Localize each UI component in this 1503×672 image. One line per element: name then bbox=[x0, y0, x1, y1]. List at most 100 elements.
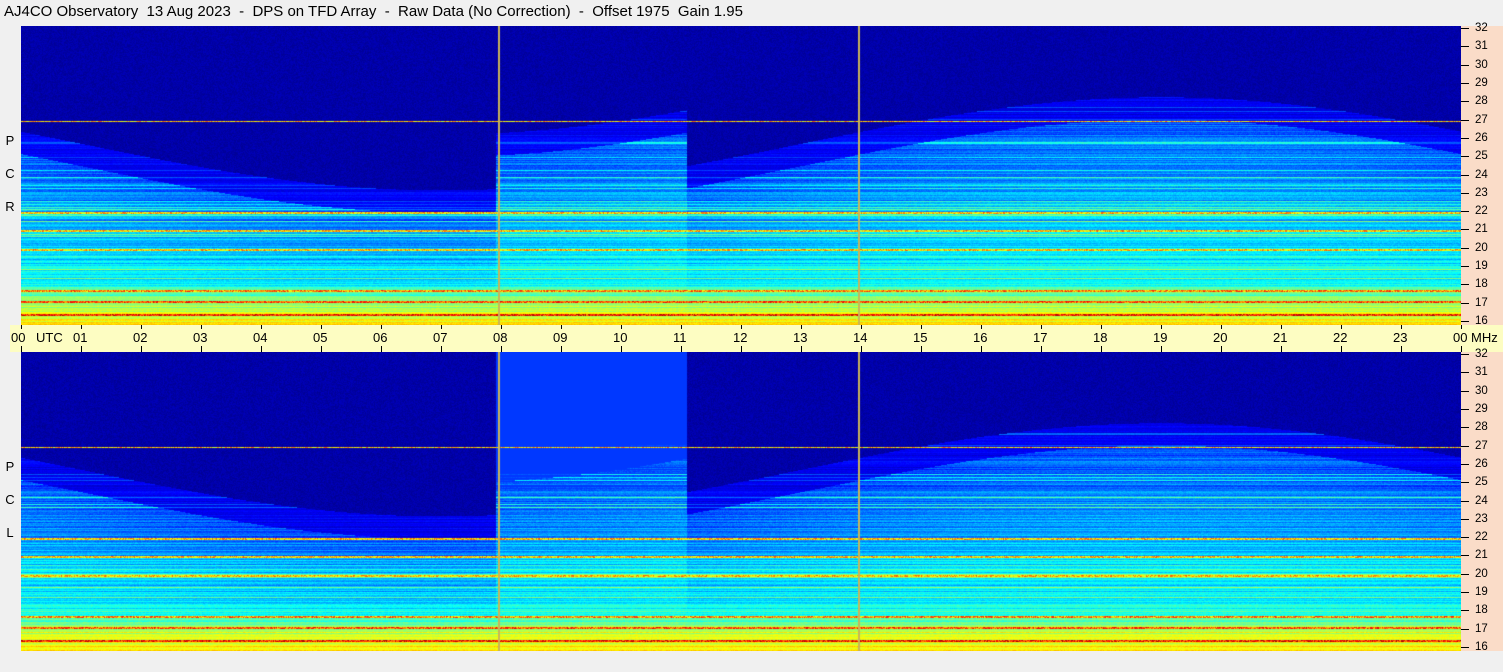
time-tick-mark bbox=[1101, 325, 1102, 329]
panel-letter: P bbox=[5, 459, 15, 474]
time-tick-label: 21 bbox=[1273, 330, 1288, 345]
freq-tick-mark bbox=[1461, 463, 1469, 465]
freq-tick-mark bbox=[1461, 321, 1469, 322]
time-tick-mark bbox=[201, 325, 202, 329]
freq-tick-label: 24 bbox=[1475, 494, 1488, 507]
freq-tick-label: 31 bbox=[1475, 40, 1488, 53]
time-tick-mark bbox=[1341, 325, 1342, 329]
freq-tick-label: 26 bbox=[1475, 457, 1488, 470]
time-tick-mark bbox=[21, 325, 22, 329]
time-tick-mark bbox=[441, 325, 442, 329]
time-tick-mark bbox=[981, 325, 982, 329]
freq-tick-mark bbox=[1461, 229, 1469, 231]
freq-tick-label: 21 bbox=[1475, 223, 1488, 236]
freq-tick-mark bbox=[1461, 247, 1469, 249]
chart-title: AJ4CO Observatory 13 Aug 2023 - DPS on T… bbox=[4, 3, 743, 20]
freq-tick-mark bbox=[1461, 302, 1469, 304]
freq-tick-label: 24 bbox=[1475, 168, 1488, 181]
freq-tick-mark bbox=[1461, 372, 1469, 374]
time-tick-label: 01 bbox=[73, 330, 88, 345]
freq-tick-label: 20 bbox=[1475, 567, 1488, 580]
freq-tick-label: 27 bbox=[1475, 113, 1488, 126]
freq-tick-mark bbox=[1461, 610, 1469, 612]
freq-tick-mark bbox=[1461, 156, 1469, 158]
time-tick-label: 14 bbox=[853, 330, 868, 345]
freq-tick-mark bbox=[1461, 408, 1469, 410]
freq-tick-label: 29 bbox=[1475, 76, 1488, 89]
panel-letter: R bbox=[5, 199, 15, 214]
freq-tick-label: 25 bbox=[1475, 150, 1488, 163]
freq-tick-label: 27 bbox=[1475, 439, 1488, 452]
freq-tick-label: 18 bbox=[1475, 604, 1488, 617]
freq-tick-mark bbox=[1461, 390, 1469, 392]
freq-tick-mark bbox=[1461, 266, 1469, 268]
time-tick-mark bbox=[681, 325, 682, 329]
spectrogram-lcp-canvas bbox=[21, 352, 1461, 651]
freq-tick-mark bbox=[1461, 211, 1469, 213]
freq-tick-label: 28 bbox=[1475, 421, 1488, 434]
time-tick-mark bbox=[1161, 325, 1162, 329]
time-tick-label: 05 bbox=[313, 330, 328, 345]
freq-tick-label: 20 bbox=[1475, 241, 1488, 254]
freq-tick-label: 32 bbox=[1475, 22, 1488, 34]
freq-tick-label: 28 bbox=[1475, 95, 1488, 108]
time-tick-label: 13 bbox=[793, 330, 808, 345]
freq-tick-label: 29 bbox=[1475, 402, 1488, 415]
time-tick-label: 16 bbox=[973, 330, 988, 345]
time-tick-label: 08 bbox=[493, 330, 508, 345]
freq-tick-label: 17 bbox=[1475, 296, 1488, 309]
freq-tick-mark bbox=[1461, 592, 1469, 594]
panel-letter: P bbox=[5, 133, 15, 148]
freq-tick-label: 17 bbox=[1475, 622, 1488, 635]
freq-tick-mark bbox=[1461, 174, 1469, 176]
freq-tick-mark bbox=[1461, 500, 1469, 502]
panel-letter: L bbox=[6, 525, 14, 540]
time-tick-mark bbox=[1401, 325, 1402, 329]
freq-unit-label: MHz bbox=[1471, 330, 1498, 345]
freq-tick-label: 26 bbox=[1475, 131, 1488, 144]
time-tick-label: 02 bbox=[133, 330, 148, 345]
time-tick-label: 17 bbox=[1033, 330, 1048, 345]
freq-axis-rcp: 16 17 18 19 20 21 22 23 24 25 26 27 28 29 30 31 32 bbox=[1461, 22, 1503, 327]
freq-tick-mark bbox=[1461, 445, 1469, 447]
time-tick-mark bbox=[1281, 325, 1282, 329]
freq-tick-label: 18 bbox=[1475, 278, 1488, 291]
time-tick-mark bbox=[861, 325, 862, 329]
time-tick-mark bbox=[1041, 325, 1042, 329]
freq-tick-mark bbox=[1461, 628, 1469, 630]
time-tick-mark bbox=[561, 325, 562, 329]
time-tick-label: 15 bbox=[913, 330, 928, 345]
freq-tick-label: 23 bbox=[1475, 186, 1488, 199]
time-tick-label: 12 bbox=[733, 330, 748, 345]
time-tick-mark bbox=[921, 325, 922, 329]
panel-label-lcp: P C L bbox=[0, 450, 20, 549]
freq-tick-mark bbox=[1461, 427, 1469, 429]
freq-tick-mark bbox=[1461, 482, 1469, 484]
time-tick-mark bbox=[141, 325, 142, 329]
time-tick-mark bbox=[801, 325, 802, 329]
freq-tick-mark bbox=[1461, 555, 1469, 557]
freq-tick-mark bbox=[1461, 354, 1469, 355]
time-tick-label: 06 bbox=[373, 330, 388, 345]
freq-tick-mark bbox=[1461, 28, 1469, 29]
spectrogram-rcp-canvas bbox=[21, 26, 1461, 325]
time-tick-label: 03 bbox=[193, 330, 208, 345]
time-axis-unit-label: UTC bbox=[36, 330, 63, 345]
freq-tick-label: 22 bbox=[1475, 531, 1488, 544]
freq-tick-label: 31 bbox=[1475, 366, 1488, 379]
time-tick-mark bbox=[381, 325, 382, 329]
time-tick-mark bbox=[81, 325, 82, 329]
time-tick-label: 07 bbox=[433, 330, 448, 345]
freq-tick-mark bbox=[1461, 192, 1469, 194]
time-tick-label: 04 bbox=[253, 330, 268, 345]
freq-tick-mark bbox=[1461, 518, 1469, 520]
time-tick-mark bbox=[621, 325, 622, 329]
spectrogram-rcp bbox=[21, 26, 1461, 325]
freq-tick-label: 23 bbox=[1475, 512, 1488, 525]
freq-tick-mark bbox=[1461, 82, 1469, 84]
time-tick-label: 20 bbox=[1213, 330, 1228, 345]
freq-tick-mark bbox=[1461, 537, 1469, 539]
time-tick-mark bbox=[1461, 325, 1462, 329]
time-tick-mark bbox=[261, 325, 262, 329]
panel-label-rcp: P C R bbox=[0, 124, 20, 223]
